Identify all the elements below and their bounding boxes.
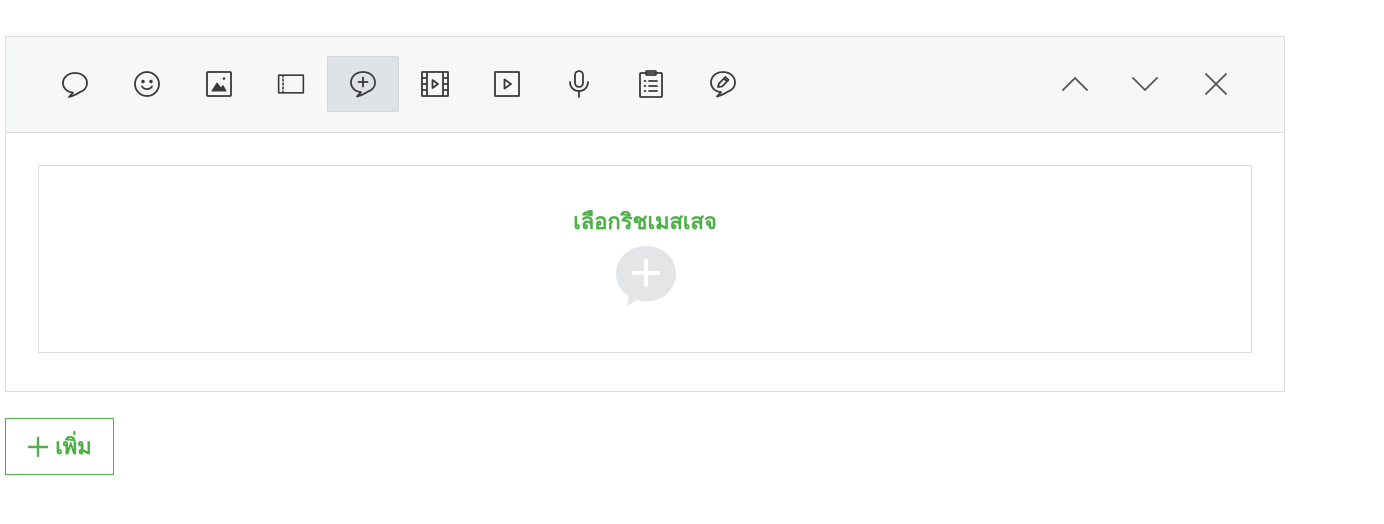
coupon-pen-icon — [710, 71, 736, 98]
move-up-button[interactable] — [1047, 56, 1103, 112]
image-icon — [206, 71, 232, 97]
chevron-up-icon — [1062, 77, 1088, 91]
video-film-icon — [421, 71, 449, 97]
move-down-button[interactable] — [1117, 56, 1173, 112]
video-tool[interactable] — [399, 56, 471, 112]
select-rich-message-label: เลือกริชเมสเสจ — [573, 210, 717, 235]
add-message-label: เพิ่ม — [55, 435, 92, 460]
image-tool[interactable] — [183, 56, 255, 112]
microphone-icon — [569, 70, 589, 98]
select-rich-message-area[interactable]: เลือกริชเมสเสจ — [38, 165, 1252, 353]
rich-message-icon — [350, 71, 376, 98]
rich-video-tool[interactable] — [471, 56, 543, 112]
message-type-toolbar — [6, 37, 1284, 133]
card-icon — [277, 74, 305, 94]
add-bubble-icon — [616, 246, 676, 306]
card-tool[interactable] — [255, 56, 327, 112]
coupon-tool[interactable] — [687, 56, 759, 112]
rich-message-tool[interactable] — [327, 56, 399, 112]
rich-video-icon — [494, 71, 520, 97]
chevron-down-icon — [1132, 77, 1158, 91]
audio-tool[interactable] — [543, 56, 615, 112]
close-icon — [1205, 73, 1227, 95]
smiley-sticker-icon — [134, 71, 160, 97]
close-button[interactable] — [1188, 56, 1244, 112]
survey-tool[interactable] — [615, 56, 687, 112]
message-editor: เลือกริชเมสเสจ — [5, 36, 1285, 392]
sticker-tool[interactable] — [111, 56, 183, 112]
plus-icon — [28, 436, 49, 457]
speech-bubble-icon — [62, 72, 88, 98]
text-message-tool[interactable] — [39, 56, 111, 112]
clipboard-survey-icon — [639, 70, 663, 98]
add-message-button[interactable]: เพิ่ม — [5, 418, 114, 475]
